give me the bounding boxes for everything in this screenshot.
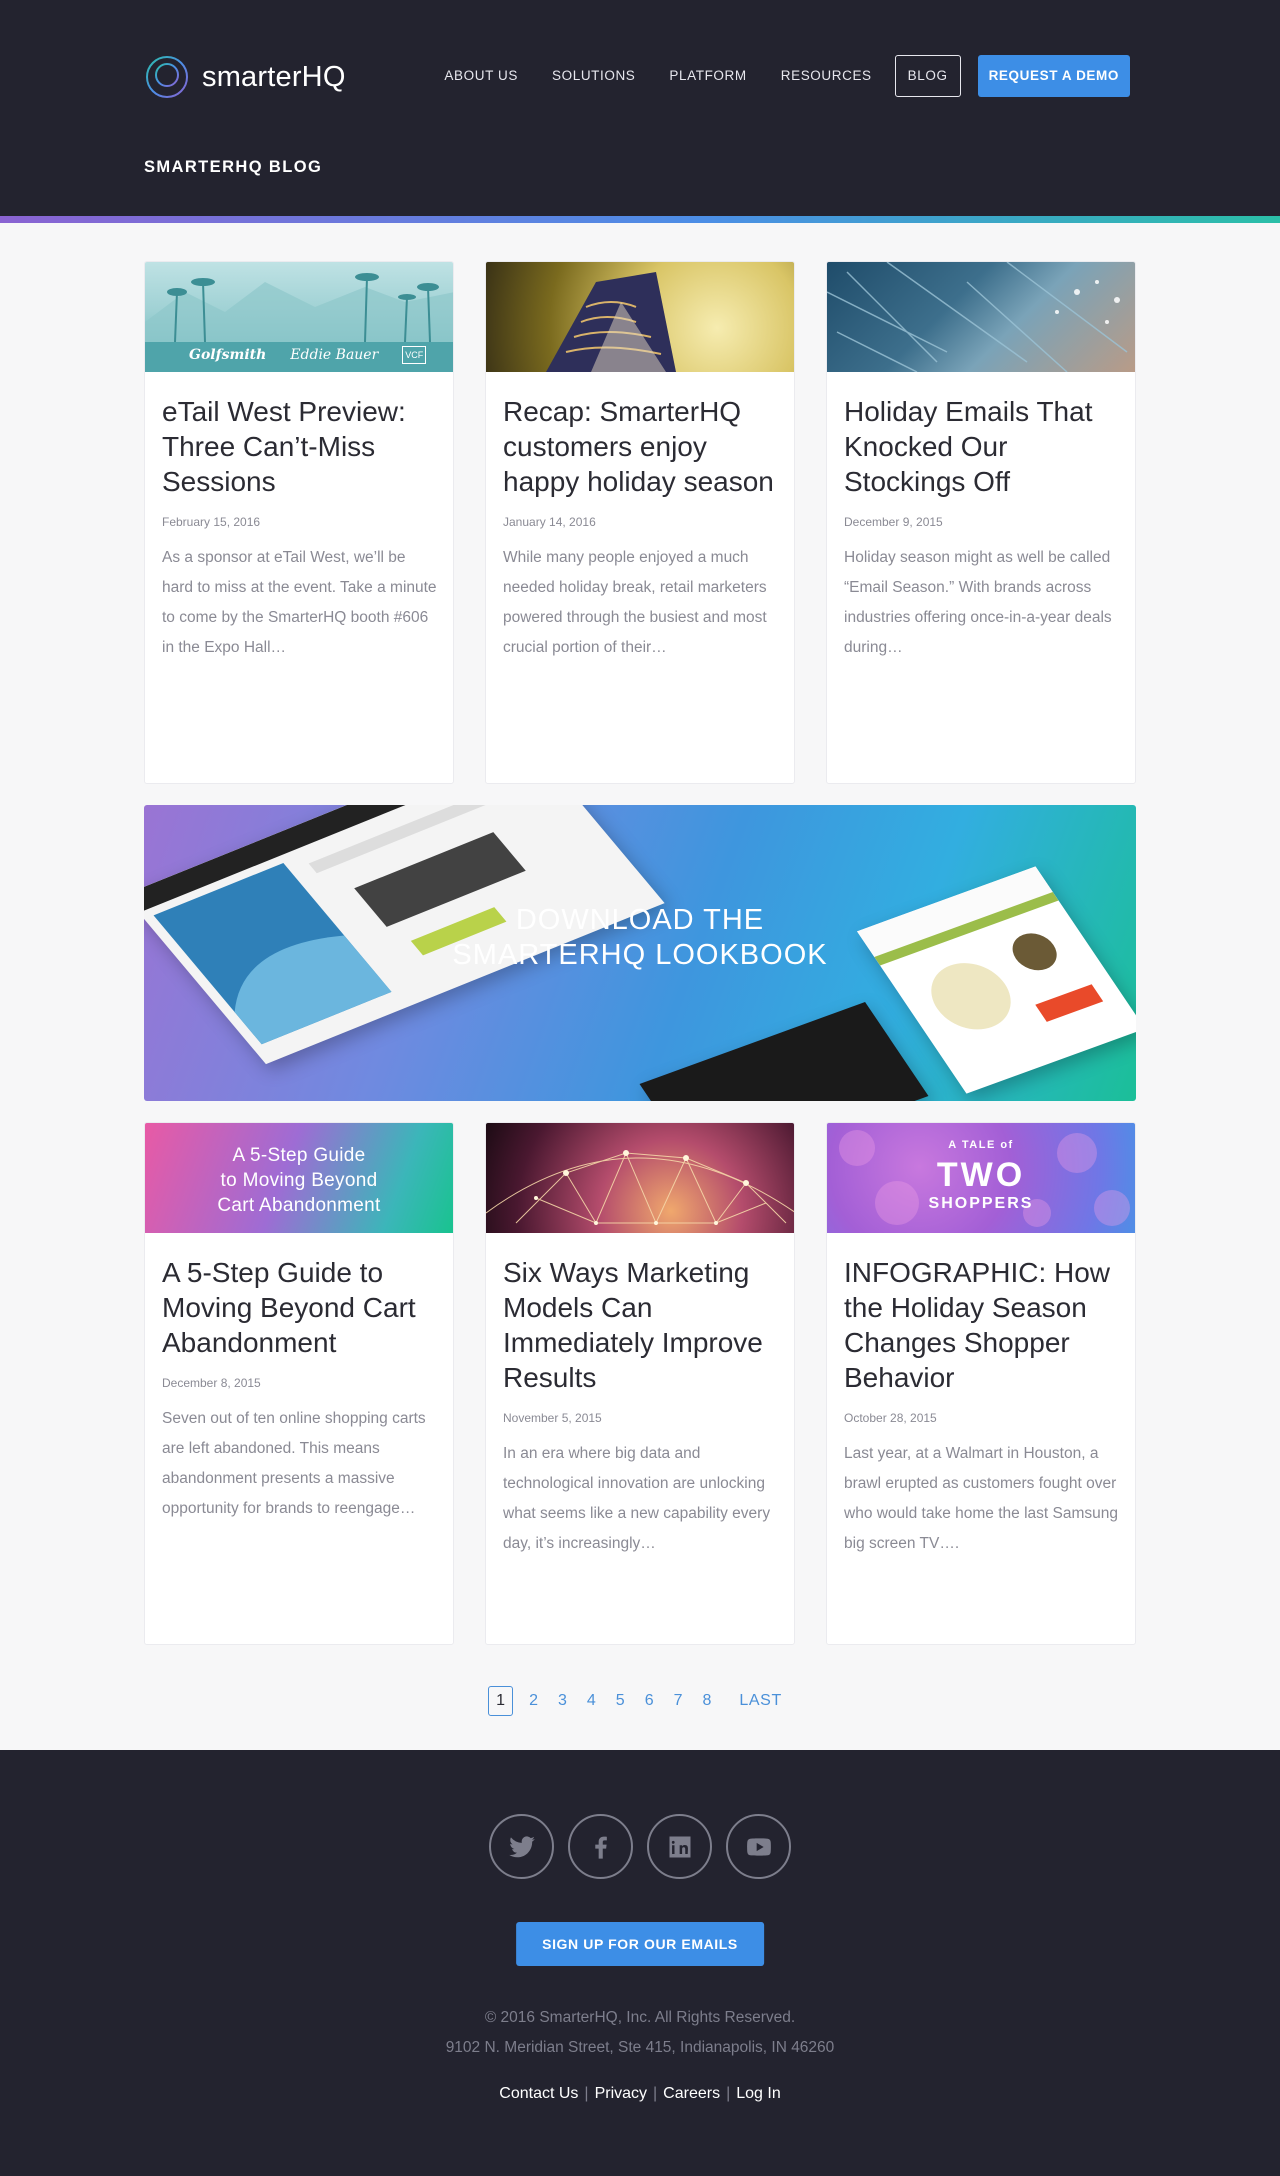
post-image[interactable]: [486, 262, 794, 372]
tale-caption-big: TWO: [936, 1156, 1026, 1194]
footer-separator: |: [653, 2085, 658, 2102]
network-mesh-illustration: [486, 1150, 794, 1225]
post-title[interactable]: Recap: SmarterHQ customers enjoy happy h…: [503, 394, 778, 499]
email-signup-button[interactable]: SIGN UP FOR OUR EMAILS: [516, 1922, 764, 1966]
post-excerpt: While many people enjoyed a much needed …: [503, 549, 767, 656]
post-card[interactable]: Holiday Emails That Knocked Our Stocking…: [826, 261, 1136, 784]
post-card[interactable]: Golfsmith Eddie Bauer VCF eTail West Pre…: [144, 261, 454, 784]
page-link[interactable]: 4: [577, 1686, 606, 1716]
page-current[interactable]: 1: [488, 1686, 514, 1716]
footer-link-login[interactable]: Log In: [736, 2085, 780, 2102]
post-excerpt: Last year, at a Walmart in Houston, a br…: [844, 1445, 1118, 1552]
post-image[interactable]: A TALE of TWO SHOPPERS: [827, 1123, 1135, 1233]
banner-line-2: SMARTERHQ LOOKBOOK: [452, 939, 828, 971]
footer-separator: |: [584, 2085, 589, 2102]
page-link[interactable]: 8: [693, 1686, 722, 1716]
request-demo-button[interactable]: REQUEST A DEMO: [977, 55, 1130, 97]
holiday-sweater-illustration: [546, 272, 676, 372]
footer-link-privacy[interactable]: Privacy: [595, 2085, 647, 2102]
post-date: December 9, 2015: [844, 515, 943, 529]
site-header: smarterHQ ABOUT US SOLUTIONS PLATFORM RE…: [0, 0, 1280, 223]
post-body: INFOGRAPHIC: How the Holiday Season Chan…: [827, 1233, 1135, 1559]
post-body: A 5-Step Guide to Moving Beyond Cart Aba…: [145, 1233, 453, 1524]
tale-caption-small: A TALE of: [948, 1139, 1014, 1151]
post-title[interactable]: A 5-Step Guide to Moving Beyond Cart Aba…: [162, 1255, 437, 1360]
post-title[interactable]: INFOGRAPHIC: How the Holiday Season Chan…: [844, 1255, 1119, 1395]
linkedin-icon[interactable]: [647, 1814, 712, 1879]
banner-title: DOWNLOAD THE SMARTERHQ LOOKBOOK: [144, 903, 1136, 973]
brand-eddie-bauer: Eddie Bauer: [290, 347, 379, 363]
lookbook-banner[interactable]: DOWNLOAD THE SMARTERHQ LOOKBOOK: [144, 805, 1136, 1101]
brand-logos: Golfsmith Eddie Bauer VCF: [189, 346, 427, 364]
page-link[interactable]: 2: [519, 1686, 548, 1716]
youtube-icon[interactable]: [726, 1814, 791, 1879]
post-date: October 28, 2015: [844, 1411, 937, 1425]
social-links: [0, 1814, 1280, 1879]
post-title[interactable]: Holiday Emails That Knocked Our Stocking…: [844, 394, 1119, 499]
page-link[interactable]: 3: [548, 1686, 577, 1716]
post-card[interactable]: A 5-Step Guide to Moving Beyond Cart Aba…: [144, 1122, 454, 1645]
logo[interactable]: smarterHQ: [144, 54, 346, 100]
post-date: February 15, 2016: [162, 515, 261, 529]
copyright-text: © 2016 SmarterHQ, Inc. All Rights Reserv…: [484, 2009, 796, 2026]
pine-branches-illustration: [827, 262, 1128, 372]
post-date: January 14, 2016: [503, 515, 596, 529]
post-image[interactable]: A 5-Step Guide to Moving Beyond Cart Aba…: [145, 1123, 453, 1233]
post-card[interactable]: Six Ways Marketing Models Can Immediatel…: [485, 1122, 795, 1645]
nav-resources[interactable]: RESOURCES: [764, 55, 889, 97]
caption-line: A 5-Step Guide: [232, 1145, 366, 1166]
post-body: Holiday Emails That Knocked Our Stocking…: [827, 372, 1135, 663]
email-mockup-bottom: [639, 1001, 929, 1101]
footer-link-careers[interactable]: Careers: [663, 2085, 720, 2102]
post-date: November 5, 2015: [503, 1411, 602, 1425]
main-nav: ABOUT US SOLUTIONS PLATFORM RESOURCES BL…: [427, 55, 1130, 97]
post-body: Recap: SmarterHQ customers enjoy happy h…: [486, 372, 794, 663]
post-card[interactable]: Recap: SmarterHQ customers enjoy happy h…: [485, 261, 795, 784]
post-image[interactable]: [827, 262, 1135, 372]
nav-platform[interactable]: PLATFORM: [652, 55, 763, 97]
brand-golfsmith: Golfsmith: [189, 347, 267, 363]
twitter-icon[interactable]: [489, 1814, 554, 1879]
post-image[interactable]: Golfsmith Eddie Bauer VCF: [145, 262, 453, 372]
post-image[interactable]: [486, 1123, 794, 1233]
post-excerpt: Holiday season might as well be called “…: [844, 549, 1112, 656]
post-card[interactable]: A TALE of TWO SHOPPERS INFOGRAPHIC: How …: [826, 1122, 1136, 1645]
footer-links: Contact Us | Privacy | Careers | Log In: [0, 2085, 1280, 2103]
blog-main: Golfsmith Eddie Bauer VCF eTail West Pre…: [144, 216, 1136, 1717]
logo-icon: [146, 56, 188, 98]
brand-vcf: VCF: [402, 346, 427, 364]
caption-line: to Moving Beyond: [220, 1170, 378, 1191]
caption-line: Cart Abandonment: [217, 1195, 381, 1216]
address-text: 9102 N. Meridian Street, Ste 415, Indian…: [445, 2039, 835, 2056]
post-title[interactable]: eTail West Preview: Three Can’t-Miss Ses…: [162, 394, 437, 499]
post-excerpt: Seven out of ten online shopping carts a…: [162, 1410, 426, 1517]
image-caption: A 5-Step Guide to Moving Beyond Cart Aba…: [145, 1143, 453, 1218]
page-title: SMARTERHQ BLOG: [144, 158, 323, 176]
post-body: eTail West Preview: Three Can’t-Miss Ses…: [145, 372, 453, 663]
footer-separator: |: [726, 2085, 731, 2102]
nav-blog[interactable]: BLOG: [894, 55, 961, 97]
post-excerpt: As a sponsor at eTail West, we’ll be har…: [162, 549, 437, 656]
page-last[interactable]: LAST: [729, 1686, 791, 1716]
nav-about-us[interactable]: ABOUT US: [427, 55, 535, 97]
tale-caption-sub: SHOPPERS: [928, 1195, 1034, 1212]
post-body: Six Ways Marketing Models Can Immediatel…: [486, 1233, 794, 1559]
page-link[interactable]: 7: [664, 1686, 693, 1716]
accent-gradient-bar: [0, 216, 1280, 223]
post-date: December 8, 2015: [162, 1376, 261, 1390]
pagination: 1 2 3 4 5 6 7 8 LAST: [144, 1685, 1136, 1717]
banner-line-1: DOWNLOAD THE: [515, 904, 765, 936]
page-link[interactable]: 5: [606, 1686, 635, 1716]
footer-link-contact[interactable]: Contact Us: [499, 2085, 578, 2102]
post-grid-top: Golfsmith Eddie Bauer VCF eTail West Pre…: [144, 261, 1136, 784]
post-grid-bottom: A 5-Step Guide to Moving Beyond Cart Aba…: [144, 1122, 1136, 1645]
facebook-icon[interactable]: [568, 1814, 633, 1879]
post-excerpt: In an era where big data and technologic…: [503, 1445, 771, 1552]
site-footer: SIGN UP FOR OUR EMAILS © 2016 SmarterHQ,…: [0, 1750, 1280, 2176]
post-title[interactable]: Six Ways Marketing Models Can Immediatel…: [503, 1255, 778, 1395]
logo-text: smarterHQ: [202, 60, 346, 93]
page-link[interactable]: 6: [635, 1686, 664, 1716]
nav-solutions[interactable]: SOLUTIONS: [535, 55, 652, 97]
